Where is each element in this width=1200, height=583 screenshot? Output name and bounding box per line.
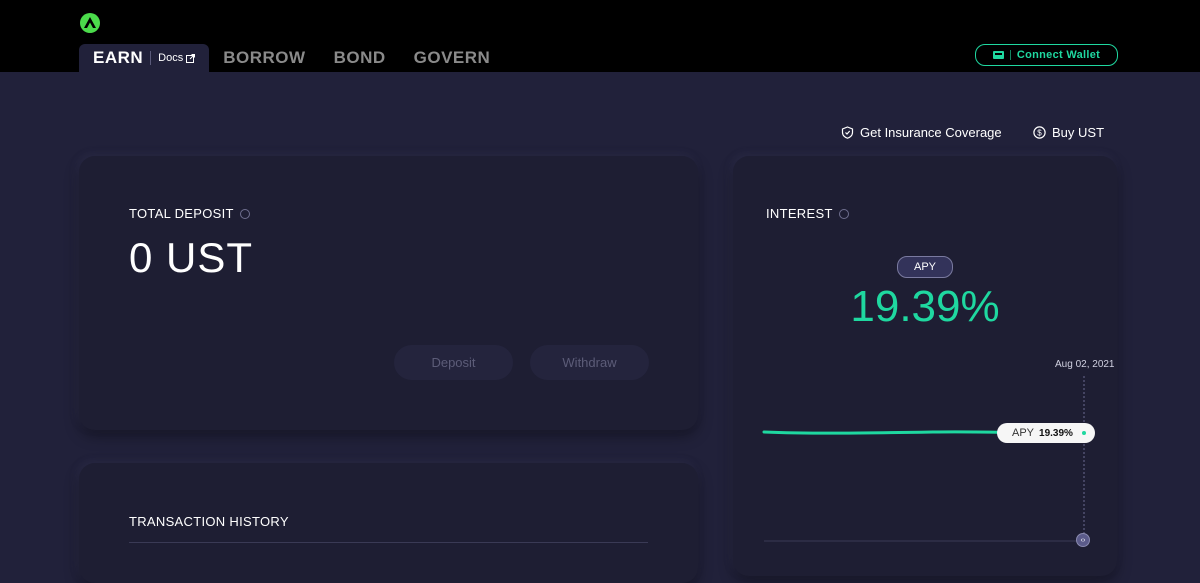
deposit-button[interactable]: Deposit <box>394 345 513 380</box>
nav-divider <box>150 51 152 65</box>
info-icon[interactable] <box>239 208 250 219</box>
chart-date-label: Aug 02, 2021 <box>1055 359 1115 370</box>
wallet-icon <box>992 51 1004 59</box>
interest-card: INTEREST APY 19.39% Aug 02, 2021 APY 19.… <box>733 156 1117 576</box>
nav-tab-earn-label: EARN <box>93 48 144 67</box>
buy-ust-label: Buy UST <box>1052 124 1105 140</box>
buy-ust-button[interactable]: $ Buy UST <box>1023 116 1114 148</box>
tooltip-label: APY <box>1012 427 1035 439</box>
total-deposit-title: TOTAL DEPOSIT <box>129 206 234 221</box>
get-insurance-label: Get Insurance Coverage <box>860 124 1002 140</box>
transaction-history-card: TRANSACTION HISTORY <box>79 463 698 583</box>
anchor-logo-icon[interactable] <box>80 13 100 33</box>
tooltip-dot <box>1082 431 1086 435</box>
docs-label: Docs <box>158 52 184 64</box>
docs-link[interactable]: Docs <box>158 52 196 64</box>
nav-tab-bond[interactable]: BOND <box>320 44 400 72</box>
drag-handle-icon[interactable]: ‹› <box>1076 533 1090 547</box>
external-link-icon <box>186 53 196 63</box>
connect-wallet-label: Connect Wallet <box>1016 49 1101 61</box>
tooltip-value: 19.39% <box>1039 427 1073 439</box>
svg-text:$: $ <box>1037 128 1042 137</box>
top-navigation-bar: EARN Docs BORROW BOND GOVERN Connect Wal… <box>0 0 1200 72</box>
total-deposit-card: TOTAL DEPOSIT 0 UST Deposit Withdraw <box>79 156 698 430</box>
nav-tab-earn[interactable]: EARN Docs <box>79 44 210 72</box>
transaction-history-title: TRANSACTION HISTORY <box>129 514 289 529</box>
nav-tab-borrow[interactable]: BORROW <box>209 44 319 72</box>
shield-icon <box>841 125 854 139</box>
total-deposit-heading: TOTAL DEPOSIT <box>129 206 250 221</box>
apy-tooltip: APY 19.39% <box>997 423 1095 443</box>
nav-tab-govern[interactable]: GOVERN <box>400 44 505 72</box>
main-nav: EARN Docs BORROW BOND GOVERN <box>79 44 504 72</box>
connect-wallet-button[interactable]: Connect Wallet <box>975 44 1118 66</box>
history-divider <box>129 542 648 543</box>
withdraw-button[interactable]: Withdraw <box>530 345 649 380</box>
button-divider <box>1009 50 1011 60</box>
total-deposit-amount: 0 UST <box>129 234 254 281</box>
get-insurance-button[interactable]: Get Insurance Coverage <box>831 116 1012 148</box>
dollar-circle-icon: $ <box>1033 125 1046 139</box>
